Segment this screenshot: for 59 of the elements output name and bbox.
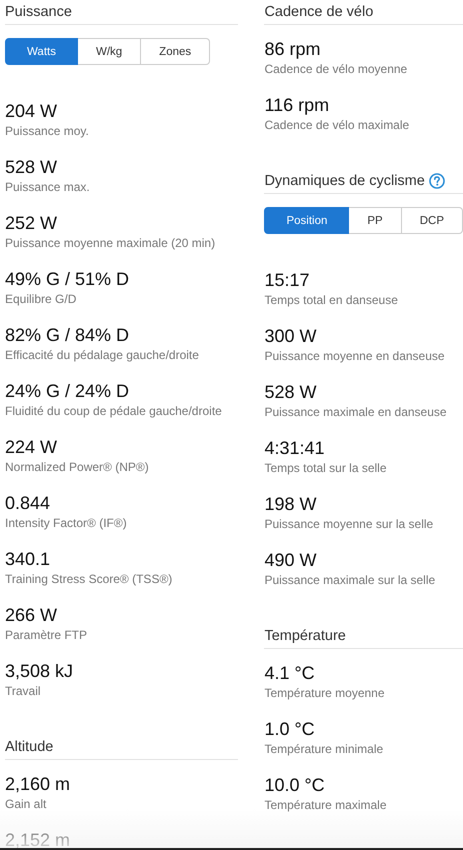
stat-value: 0.844 <box>5 492 52 515</box>
stat-label: Fluidité du coup de pédale gauche/droite <box>5 403 223 419</box>
stat-label: Température maximale <box>264 797 388 813</box>
segment-tab[interactable]: Watts <box>5 38 78 65</box>
stat-label: Température moyenne <box>264 685 386 701</box>
section-title: Altitude <box>5 739 54 755</box>
stat-value: 224 W <box>5 436 58 459</box>
stat-label: Puissance maximale sur la selle <box>264 572 436 588</box>
stat-value: 266 W <box>5 604 58 627</box>
stat-value: 82% G / 84% D <box>5 324 130 347</box>
stat-value: 198 W <box>264 493 318 516</box>
segment-tab[interactable]: PP <box>349 207 402 234</box>
stat-label: Puissance moyenne en danseuse <box>264 348 446 364</box>
stat-value: 300 W <box>264 325 318 348</box>
stat-label: Puissance moyenne maximale (20 min) <box>5 235 216 251</box>
stat-label: Cadence de vélo moyenne <box>264 61 408 77</box>
stat-value: 204 W <box>5 100 58 123</box>
stat-label: Travail <box>5 683 42 699</box>
stat-label: Puissance max. <box>5 179 91 195</box>
stat-label: Puissance moyenne sur la selle <box>264 516 434 532</box>
section-title: Dynamiques de cyclisme <box>264 173 425 189</box>
stat-value: 340.1 <box>5 548 52 571</box>
stat-value: 24% G / 24% D <box>5 380 130 403</box>
stat-label: Temps total en danseuse <box>264 292 399 308</box>
stat-label: Paramètre FTP <box>5 627 88 643</box>
stat-value: 10.0 °C <box>264 774 326 797</box>
section-title: Cadence de vélo <box>264 4 374 20</box>
stat-value: 2,152 m <box>5 829 72 848</box>
stat-label: Temps total sur la selle <box>264 460 388 476</box>
stat-label: Efficacité du pédalage gauche/droite <box>5 347 200 363</box>
segment-tab[interactable]: Position <box>264 207 350 234</box>
stat-value: 528 W <box>264 381 318 404</box>
stat-label: Training Stress Score® (TSS®) <box>5 571 174 587</box>
stat-value: 4:31:41 <box>264 437 326 460</box>
stat-label: Cadence de vélo maximale <box>264 117 410 133</box>
segment-tab[interactable]: W/kg <box>78 38 142 65</box>
stat-label: Température minimale <box>264 741 384 757</box>
stat-label: Puissance moy. <box>5 123 90 139</box>
section-title: Puissance <box>5 4 72 20</box>
stat-value: 3,508 kJ <box>5 660 74 683</box>
stat-value: 86 rpm <box>264 38 322 61</box>
segment-tab[interactable]: Zones <box>141 38 210 65</box>
stat-label: Puissance maximale en danseuse <box>264 404 448 420</box>
stat-value: 15:17 <box>264 269 310 292</box>
stat-value: 252 W <box>5 212 58 235</box>
stat-label: Intensity Factor® (IF®) <box>5 515 128 531</box>
segment-tab[interactable]: DCP <box>402 207 463 234</box>
stat-value: 490 W <box>264 549 318 572</box>
help-icon[interactable] <box>428 173 445 189</box>
stat-label: Equilibre G/D <box>5 291 78 307</box>
stat-value: 4.1 °C <box>264 662 316 685</box>
stat-label: Normalized Power® (NP®) <box>5 459 150 475</box>
stat-value: 49% G / 51% D <box>5 268 130 291</box>
stat-label: Gain alt <box>5 796 48 812</box>
section-title: Température <box>264 628 346 644</box>
stat-value: 2,160 m <box>5 773 72 796</box>
stat-value: 116 rpm <box>264 94 330 117</box>
stat-value: 528 W <box>5 156 58 179</box>
stat-value: 1.0 °C <box>264 718 316 741</box>
